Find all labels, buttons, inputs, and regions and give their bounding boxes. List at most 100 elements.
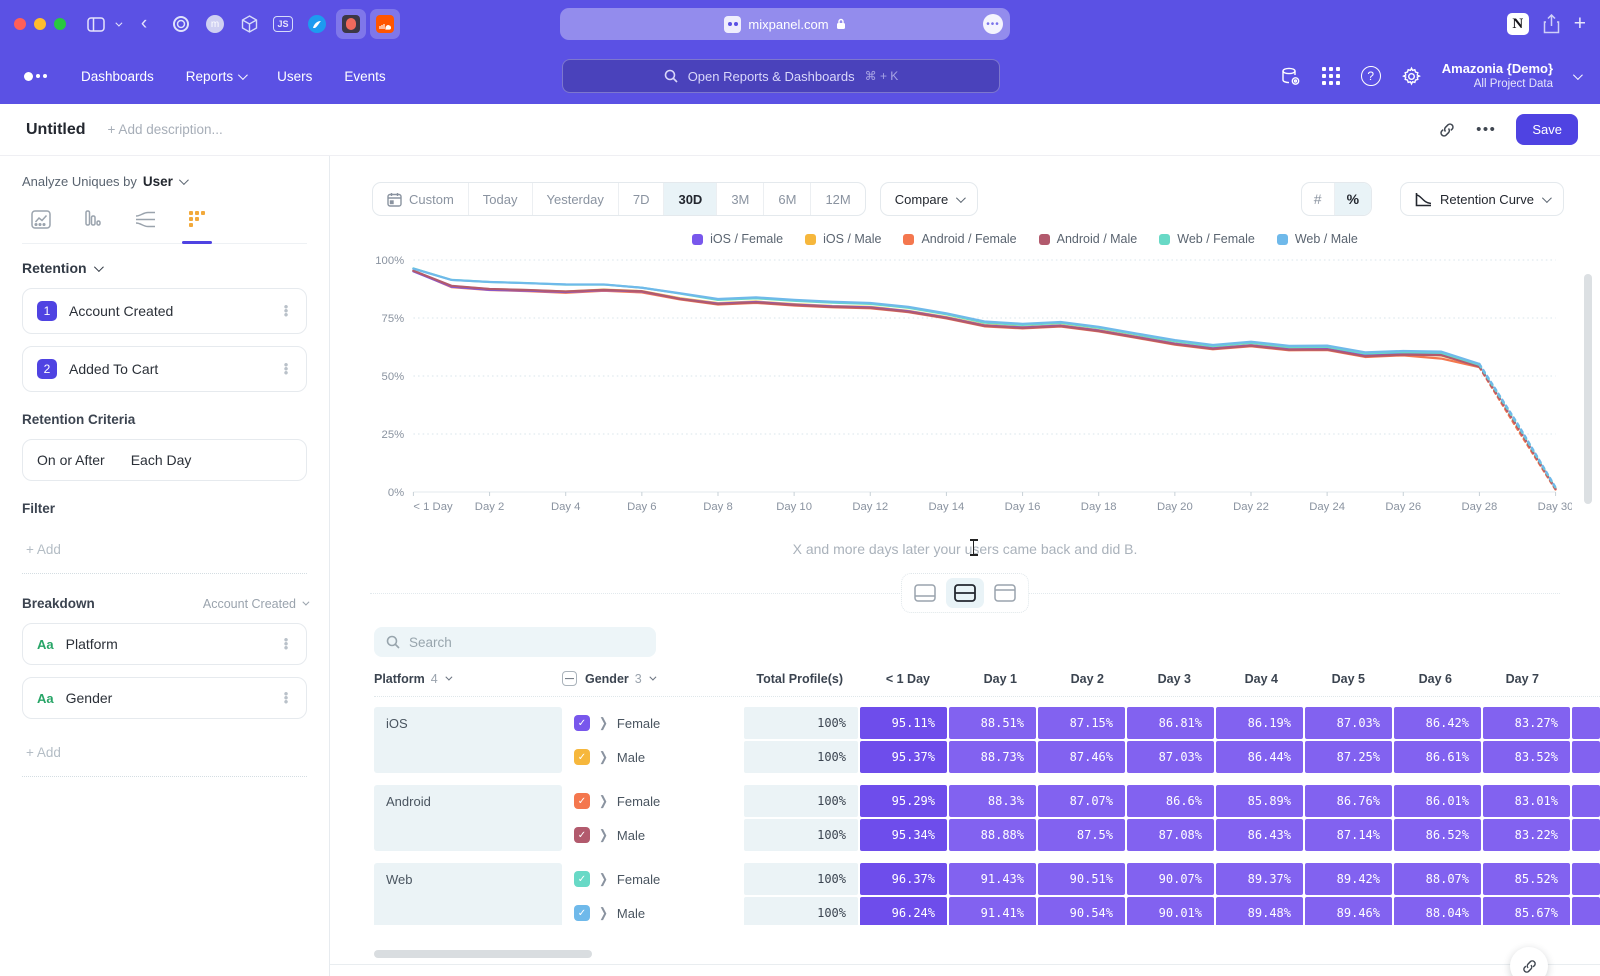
absolute-mode-button[interactable]: #	[1302, 183, 1335, 215]
retention-criteria-card[interactable]: On or After Each Day	[22, 439, 307, 481]
address-bar[interactable]: mixpanel.com •••	[560, 8, 1010, 40]
pinned-tab-cube-icon[interactable]	[234, 9, 264, 39]
save-button[interactable]: Save	[1516, 114, 1578, 145]
legend-item[interactable]: iOS / Female	[692, 232, 783, 246]
gender-cell[interactable]: ✓❯Female	[562, 785, 742, 817]
retention-value-cell[interactable]: 89.48%	[1216, 897, 1303, 925]
add-description[interactable]: + Add description...	[108, 122, 223, 137]
horizontal-scrollbar[interactable]	[374, 950, 592, 958]
vertical-scrollbar[interactable]	[1584, 274, 1592, 504]
retention-step-card[interactable]: 1Account Created•••	[22, 288, 307, 334]
retention-value-cell[interactable]: 85.67%	[1483, 897, 1570, 925]
day-column-header[interactable]: Day 7	[1465, 672, 1552, 686]
data-management-icon[interactable]	[1280, 66, 1301, 87]
chart-type-select[interactable]: Retention Curve	[1400, 182, 1564, 216]
pinned-tab-bird-icon[interactable]	[302, 9, 332, 39]
retention-value-cell[interactable]: 86.52%	[1394, 819, 1481, 851]
criteria-on-or-after[interactable]: On or After	[37, 452, 105, 468]
step-menu-icon[interactable]: •••	[280, 363, 292, 375]
breakdown-card[interactable]: AaGender•••	[22, 677, 307, 719]
minimize-window-button[interactable]	[34, 18, 46, 30]
retention-value-cell[interactable]: 83.52%	[1483, 741, 1570, 773]
retention-value-cell[interactable]: 85.89%	[1216, 785, 1303, 817]
platform-cell[interactable]: Web	[374, 863, 562, 925]
retention-value-cell[interactable]: 88.51%	[949, 707, 1036, 739]
copy-link-icon[interactable]	[1438, 121, 1456, 139]
breakdown-card[interactable]: AaPlatform•••	[22, 623, 307, 665]
tab-insights-chart[interactable]	[28, 207, 54, 231]
legend-item[interactable]: Web / Male	[1277, 232, 1358, 246]
date-range-today[interactable]: Today	[469, 183, 533, 215]
layout-split-button[interactable]	[946, 578, 984, 608]
more-options-button[interactable]: •••	[1476, 121, 1496, 138]
day-column-header[interactable]: Day 6	[1378, 672, 1465, 686]
series-checkbox[interactable]: ✓	[574, 715, 590, 731]
retention-value-cell[interactable]: 87.15%	[1038, 707, 1125, 739]
help-icon[interactable]: ?	[1361, 66, 1381, 86]
retention-value-cell[interactable]: 86.43%	[1216, 819, 1303, 851]
nav-reports[interactable]: Reports	[186, 69, 245, 84]
retention-section-label[interactable]: Retention	[22, 260, 87, 276]
address-bar-more-button[interactable]: •••	[983, 14, 1003, 34]
share-icon[interactable]	[1543, 14, 1560, 34]
retention-value-cell[interactable]: 86.61%	[1394, 741, 1481, 773]
gender-cell[interactable]: ✓❯Male	[562, 741, 742, 773]
day-column-header[interactable]: Day 1	[943, 672, 1030, 686]
retention-value-cell[interactable]: 83.22%	[1483, 819, 1570, 851]
retention-value-cell[interactable]: 95.37%	[860, 741, 947, 773]
gender-cell[interactable]: ✓❯Male	[562, 897, 742, 925]
apps-grid-icon[interactable]	[1321, 66, 1341, 86]
retention-value-cell[interactable]: 87.08%	[1127, 819, 1214, 851]
retention-value-cell[interactable]: 86.76%	[1305, 785, 1392, 817]
step-menu-icon[interactable]: •••	[280, 305, 292, 317]
retention-value-cell[interactable]: 86.19%	[1216, 707, 1303, 739]
expand-chevron-icon[interactable]: ❯	[599, 715, 608, 731]
pinned-tab-m-icon[interactable]: m	[200, 9, 230, 39]
retention-value-cell[interactable]: 96.37%	[860, 863, 947, 895]
legend-item[interactable]: Android / Male	[1039, 232, 1138, 246]
retention-value-cell[interactable]: 86.44%	[1216, 741, 1303, 773]
project-switcher[interactable]: Amazonia {Demo} All Project Data	[1442, 61, 1553, 92]
platform-cell[interactable]: iOS	[374, 707, 562, 773]
retention-value-cell[interactable]: 90.01%	[1127, 897, 1214, 925]
expand-chevron-icon[interactable]: ❯	[599, 871, 608, 887]
table-search-input[interactable]: Search	[374, 627, 656, 657]
date-range-custom[interactable]: Custom	[373, 183, 469, 215]
retention-value-cell[interactable]: 86.01%	[1394, 785, 1481, 817]
retention-value-cell[interactable]: 87.14%	[1305, 819, 1392, 851]
retention-value-cell[interactable]: 96.24%	[860, 897, 947, 925]
retention-value-cell[interactable]: 90.51%	[1038, 863, 1125, 895]
nav-dashboards[interactable]: Dashboards	[81, 69, 154, 84]
retention-value-cell[interactable]: 86.6%	[1127, 785, 1214, 817]
retention-value-cell[interactable]: 87.25%	[1305, 741, 1392, 773]
percent-mode-button[interactable]: %	[1335, 183, 1371, 215]
series-checkbox[interactable]: ✓	[574, 793, 590, 809]
gender-column-header[interactable]: Gender3	[562, 671, 742, 686]
total-profiles-header[interactable]: Total Profile(s)	[742, 672, 856, 686]
retention-value-cell[interactable]: 87.5%	[1038, 819, 1125, 851]
day-column-header[interactable]: < 1 Day	[856, 672, 943, 686]
date-range-12m[interactable]: 12M	[811, 183, 864, 215]
retention-value-cell[interactable]: 87.07%	[1038, 785, 1125, 817]
breakdown-menu-icon[interactable]: •••	[280, 638, 292, 650]
mixpanel-logo[interactable]	[24, 72, 47, 81]
criteria-each-day[interactable]: Each Day	[131, 452, 192, 468]
day-column-header[interactable]: Day 3	[1117, 672, 1204, 686]
retention-value-cell[interactable]: 95.34%	[860, 819, 947, 851]
global-search[interactable]: Open Reports & Dashboards ⌘ + K	[562, 59, 1000, 93]
retention-value-cell[interactable]: 88.73%	[949, 741, 1036, 773]
legend-item[interactable]: iOS / Male	[805, 232, 881, 246]
date-range-7d[interactable]: 7D	[619, 183, 665, 215]
gender-cell[interactable]: ✓❯Female	[562, 863, 742, 895]
gender-cell[interactable]: ✓❯Male	[562, 819, 742, 851]
retention-value-cell[interactable]: 91.41%	[949, 897, 1036, 925]
platform-column-header[interactable]: Platform4	[374, 672, 562, 686]
nav-users[interactable]: Users	[277, 69, 312, 84]
pinned-tab-soundcloud-icon[interactable]	[370, 9, 400, 39]
legend-item[interactable]: Android / Female	[903, 232, 1016, 246]
breakdown-menu-icon[interactable]: •••	[280, 692, 292, 704]
new-tab-button[interactable]: +	[1574, 12, 1586, 36]
gender-cell[interactable]: ✓❯Female	[562, 707, 742, 739]
retention-value-cell[interactable]: 87.03%	[1127, 741, 1214, 773]
series-checkbox[interactable]: ✓	[574, 749, 590, 765]
